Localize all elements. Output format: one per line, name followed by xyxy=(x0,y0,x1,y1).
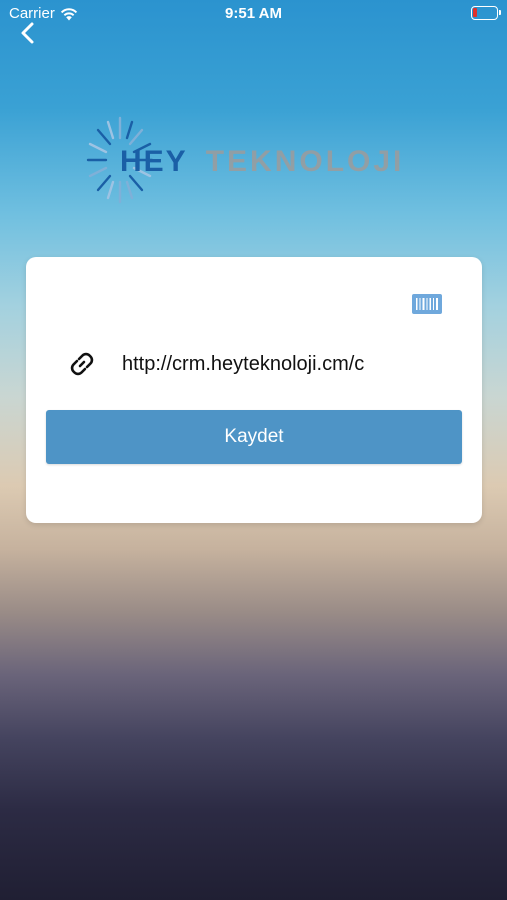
chevron-left-icon xyxy=(21,22,34,44)
barcode-scan-icon xyxy=(412,294,442,314)
logo-text-primary: HEY xyxy=(120,145,188,178)
url-input[interactable] xyxy=(122,349,380,379)
logo-text-secondary: TEKNOLOJI xyxy=(205,145,405,178)
company-logo: HEY TEKNOLOJI xyxy=(86,112,406,208)
back-button[interactable] xyxy=(14,18,44,48)
link-icon xyxy=(70,352,94,376)
status-bar: Carrier 9:51 AM xyxy=(0,0,507,28)
clock: 9:51 AM xyxy=(225,5,282,22)
barcode-scan-button[interactable] xyxy=(412,294,442,314)
save-button[interactable]: Kaydet xyxy=(46,410,462,464)
battery-low-icon xyxy=(471,6,501,20)
url-settings-card: Kaydet xyxy=(26,257,482,523)
battery-level xyxy=(473,8,477,17)
